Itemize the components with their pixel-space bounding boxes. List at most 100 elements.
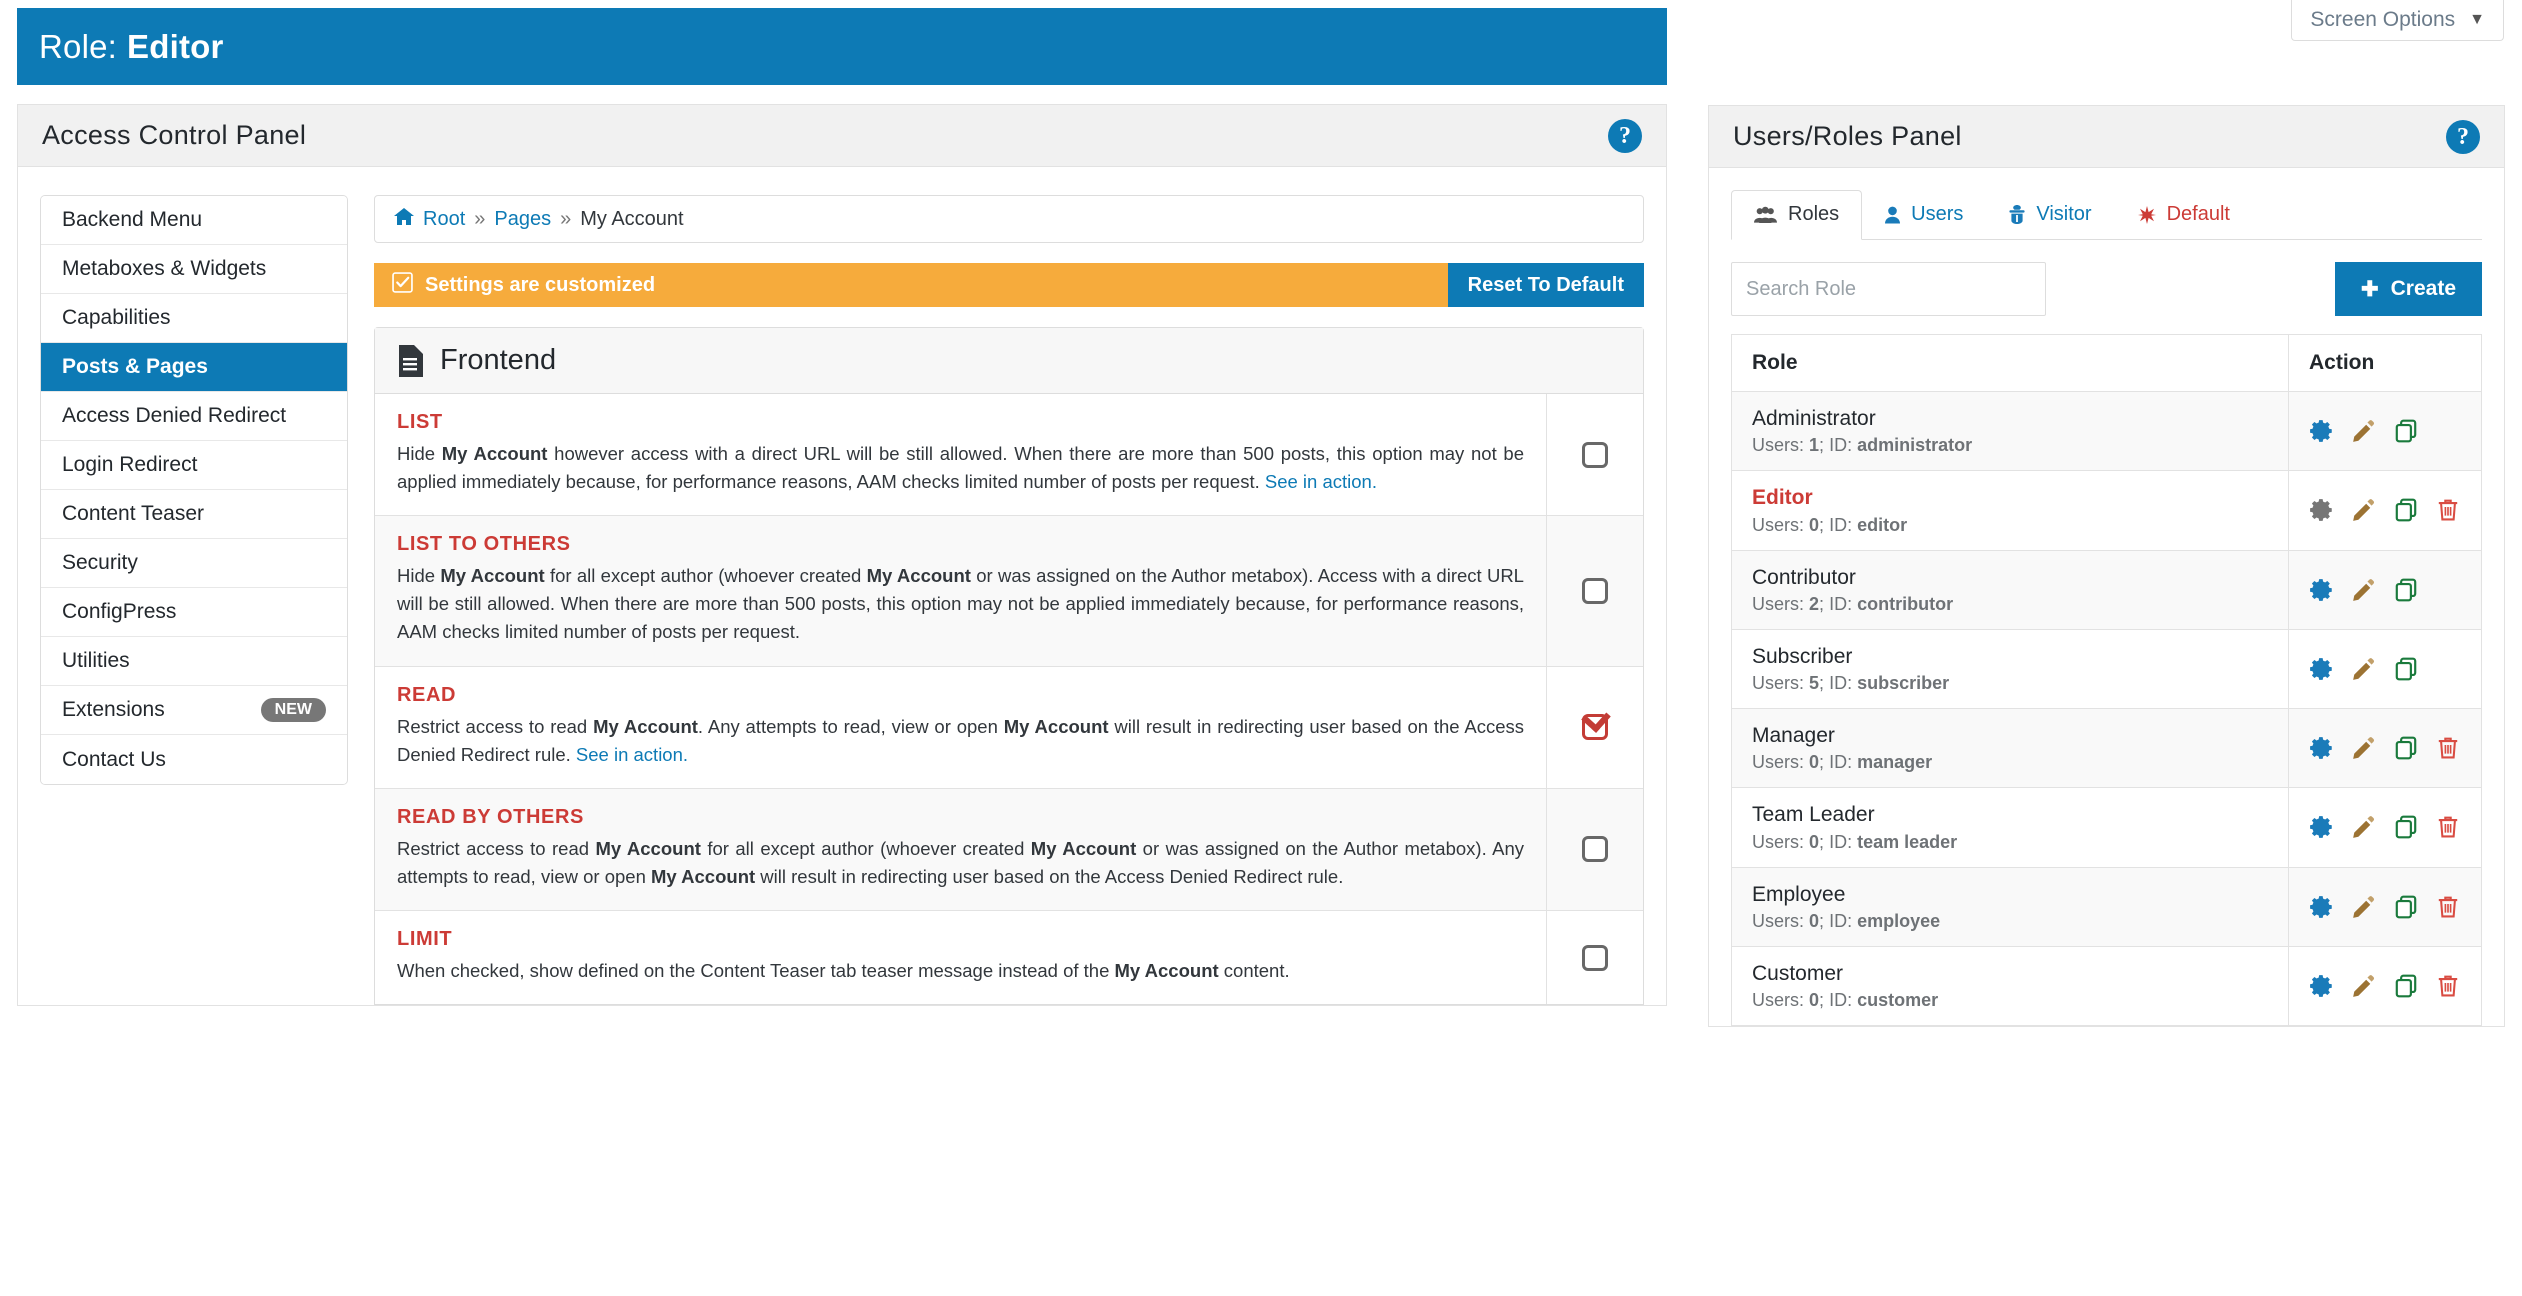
- role-meta: Users: 0; ID: manager: [1752, 752, 1933, 773]
- pencil-icon[interactable]: [2351, 973, 2377, 999]
- option-checkbox[interactable]: [1582, 441, 1608, 468]
- table-row[interactable]: Manager Users: 0; ID: manager: [1731, 707, 2482, 789]
- pencil-icon[interactable]: [2351, 814, 2377, 840]
- gear-icon[interactable]: [2309, 814, 2335, 840]
- sidebar-item-label: Utilities: [62, 649, 130, 672]
- role-name[interactable]: Subscriber: [1752, 644, 2268, 670]
- users-label: Users:: [1752, 831, 1805, 852]
- copy-icon[interactable]: [2393, 814, 2419, 840]
- sidebar-item-contact-us[interactable]: Contact Us: [41, 735, 347, 784]
- pencil-icon[interactable]: [2351, 894, 2377, 920]
- table-row[interactable]: Contributor Users: 2; ID: contributor: [1731, 549, 2482, 630]
- sidebar-item-metaboxes-widgets[interactable]: Metaboxes & Widgets: [41, 245, 347, 294]
- sidebar-item-login-redirect[interactable]: Login Redirect: [41, 441, 347, 490]
- trash-icon[interactable]: [2435, 735, 2461, 761]
- screen-options-button[interactable]: Screen Options ▼: [2291, 0, 2504, 41]
- option-checkbox[interactable]: [1581, 703, 1611, 741]
- role-cell: Team Leader Users: 0; ID: team leader: [1731, 787, 2289, 868]
- pencil-icon[interactable]: [2351, 735, 2377, 761]
- option-description: READ Restrict access to read My Account. …: [375, 667, 1546, 788]
- copy-icon[interactable]: [2393, 577, 2419, 603]
- see-in-action-link[interactable]: See in action.: [576, 744, 688, 765]
- reset-to-default-button[interactable]: Reset To Default: [1447, 263, 1644, 307]
- role-name[interactable]: Manager: [1752, 723, 2268, 749]
- sidebar-item-utilities[interactable]: Utilities: [41, 637, 347, 686]
- gear-icon[interactable]: [2309, 735, 2335, 761]
- table-row[interactable]: Team Leader Users: 0; ID: team leader: [1731, 787, 2482, 868]
- tab-visitor[interactable]: Visitor: [1986, 190, 2114, 240]
- role-banner-value: Editor: [127, 27, 224, 65]
- sidebar-item-label: ConfigPress: [62, 600, 177, 623]
- home-icon[interactable]: [394, 207, 414, 232]
- role-id: editor: [1857, 514, 1908, 535]
- action-buttons: [2309, 577, 2461, 603]
- table-row[interactable]: Customer Users: 0; ID: customer: [1731, 945, 2482, 1027]
- breadcrumb-root[interactable]: Root: [423, 208, 465, 231]
- trash-icon[interactable]: [2435, 973, 2461, 999]
- frontend-section-title: Frontend: [440, 344, 557, 376]
- gear-icon[interactable]: [2309, 577, 2335, 603]
- id-label: ID:: [1829, 831, 1853, 852]
- acp-main: Root » Pages » My Account Settings are c…: [374, 195, 1644, 1006]
- tab-roles[interactable]: Roles: [1731, 190, 1863, 240]
- gear-icon[interactable]: [2309, 973, 2335, 999]
- option-text-strong: My Account: [1114, 959, 1219, 981]
- role-id: administrator: [1857, 435, 1973, 456]
- trash-icon[interactable]: [2435, 814, 2461, 840]
- sidebar-item-access-denied-redirect[interactable]: Access Denied Redirect: [41, 392, 347, 441]
- pencil-icon[interactable]: [2351, 418, 2377, 444]
- option-checkbox[interactable]: [1582, 836, 1608, 863]
- see-in-action-link[interactable]: See in action.: [1265, 471, 1377, 492]
- role-name[interactable]: Editor: [1752, 485, 2268, 511]
- users-label: Users:: [1752, 990, 1805, 1010]
- sidebar-item-backend-menu[interactable]: Backend Menu: [41, 196, 347, 245]
- option-text-strong: My Account: [441, 443, 548, 464]
- frontend-section: Frontend LIST Hide My Account however acc…: [374, 327, 1644, 1006]
- copy-icon[interactable]: [2393, 973, 2419, 999]
- sidebar-item-configpress[interactable]: ConfigPress: [41, 588, 347, 637]
- table-row[interactable]: Editor Users: 0; ID: editor: [1731, 470, 2482, 551]
- gear-icon[interactable]: [2309, 497, 2335, 523]
- pencil-icon[interactable]: [2351, 497, 2377, 523]
- role-cell: Subscriber Users: 5; ID: subscriber: [1731, 628, 2289, 710]
- settings-notice-message-wrap: Settings are customized: [374, 263, 1448, 307]
- pencil-icon[interactable]: [2351, 656, 2377, 682]
- table-row[interactable]: Employee Users: 0; ID: employee: [1731, 866, 2482, 947]
- pencil-icon[interactable]: [2351, 577, 2377, 603]
- role-name[interactable]: Administrator: [1752, 406, 2268, 432]
- search-role-input[interactable]: [1731, 262, 2046, 316]
- sidebar-item-capabilities[interactable]: Capabilities: [41, 294, 347, 343]
- role-name[interactable]: Employee: [1752, 882, 2268, 908]
- copy-icon[interactable]: [2393, 735, 2419, 761]
- gear-icon[interactable]: [2309, 894, 2335, 920]
- help-icon[interactable]: ?: [1608, 118, 1642, 153]
- breadcrumb-pages[interactable]: Pages: [494, 208, 551, 231]
- tab-users[interactable]: Users: [1862, 190, 1986, 240]
- sidebar-item-security[interactable]: Security: [41, 539, 347, 588]
- copy-icon[interactable]: [2393, 894, 2419, 920]
- gear-icon[interactable]: [2309, 418, 2335, 444]
- trash-icon[interactable]: [2435, 894, 2461, 920]
- asterisk-icon: [2137, 205, 2156, 224]
- role-name[interactable]: Customer: [1752, 961, 2268, 987]
- gear-icon[interactable]: [2309, 656, 2335, 682]
- sidebar-item-extensions[interactable]: Extensions NEW: [41, 686, 347, 735]
- option-checkbox[interactable]: [1582, 944, 1608, 971]
- option-checkbox[interactable]: [1582, 577, 1608, 604]
- create-role-button[interactable]: ✚ Create: [2335, 262, 2482, 316]
- copy-icon[interactable]: [2393, 497, 2419, 523]
- action-buttons: [2309, 735, 2461, 761]
- copy-icon[interactable]: [2393, 418, 2419, 444]
- copy-icon[interactable]: [2393, 656, 2419, 682]
- settings-notice-text: Settings are customized: [425, 273, 656, 296]
- help-icon[interactable]: ?: [2446, 119, 2480, 154]
- role-name[interactable]: Contributor: [1752, 565, 2268, 591]
- option-text-fragment: Restrict access to read: [397, 837, 596, 859]
- sidebar-item-posts-pages[interactable]: Posts & Pages: [41, 343, 347, 392]
- sidebar-item-content-teaser[interactable]: Content Teaser: [41, 490, 347, 539]
- trash-icon[interactable]: [2435, 497, 2461, 523]
- table-row[interactable]: Subscriber Users: 5; ID: subscriber: [1731, 628, 2482, 710]
- role-name[interactable]: Team Leader: [1752, 802, 2268, 828]
- table-row[interactable]: Administrator Users: 1; ID: administrator: [1731, 390, 2482, 472]
- tab-default[interactable]: Default: [2115, 190, 2253, 240]
